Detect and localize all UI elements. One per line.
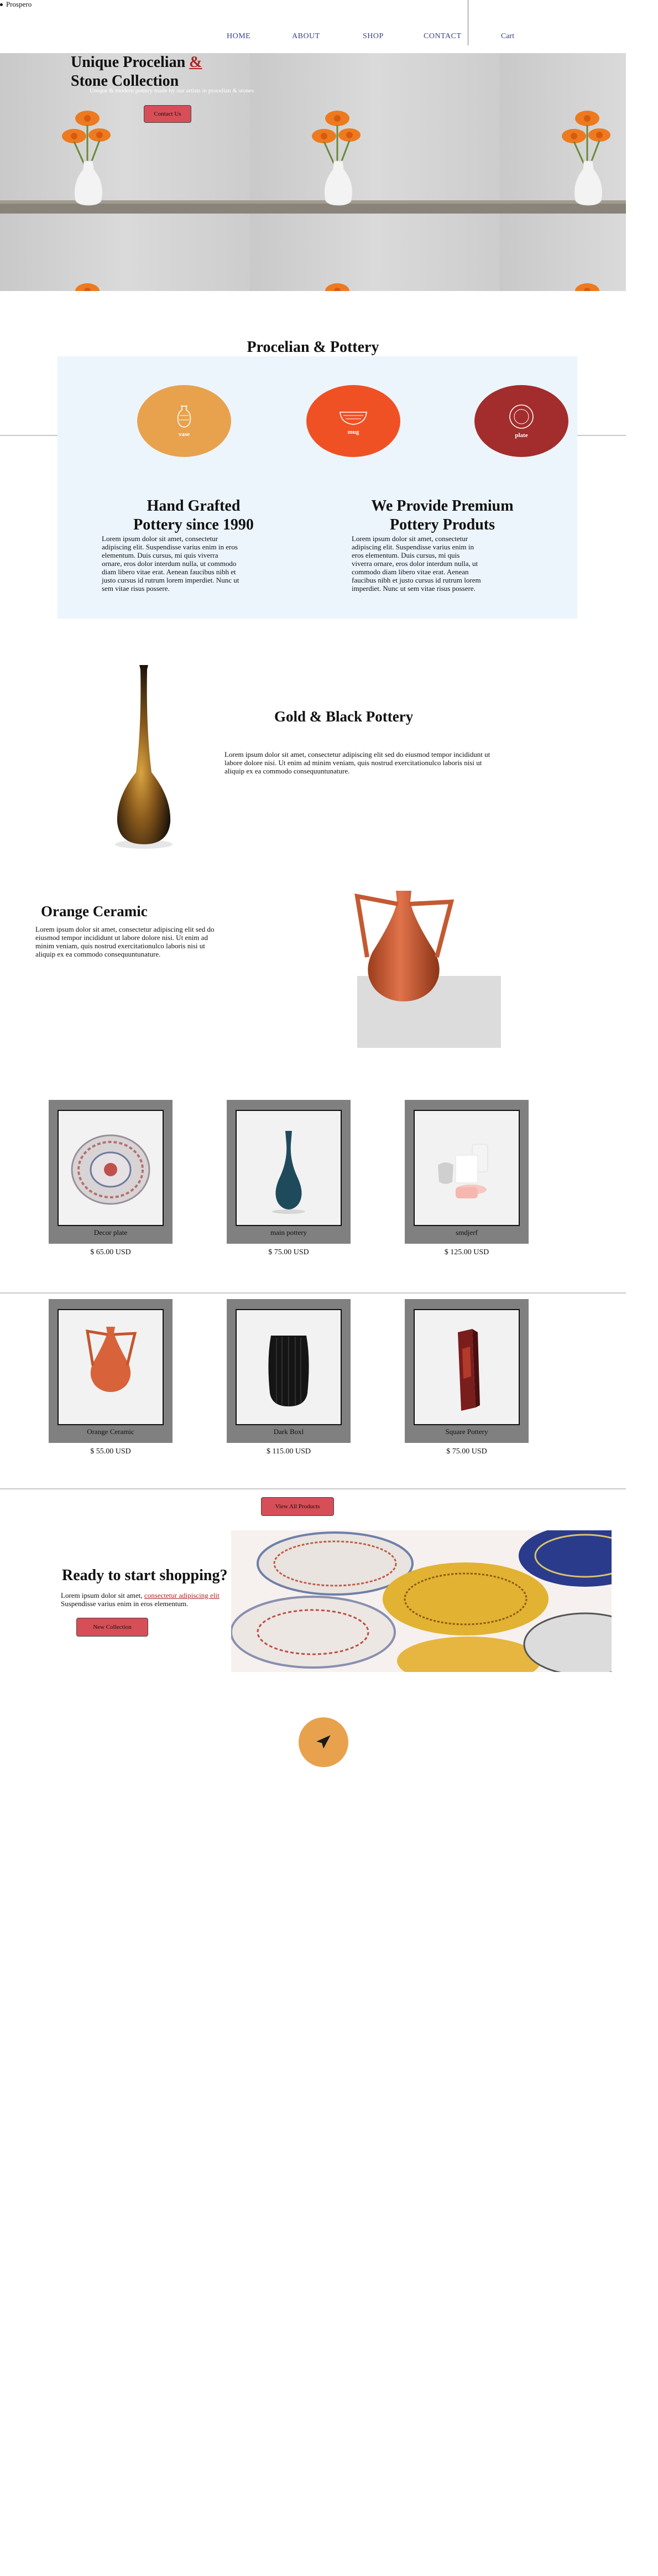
product-price: $ 55.00 USD xyxy=(90,1447,131,1456)
product-price: $ 125.00 USD xyxy=(444,1248,489,1256)
product-card[interactable]: Dark Boxl xyxy=(227,1299,351,1443)
product-name: Decor plate xyxy=(93,1228,128,1237)
decor-plate-image xyxy=(71,1134,150,1205)
nav-contact[interactable]: CONTACT xyxy=(424,32,462,41)
nav-shop[interactable]: SHOP xyxy=(363,32,384,41)
product-card[interactable]: Decor plate xyxy=(49,1100,173,1244)
hero-subtitle: Unique & modern pottery made by our arti… xyxy=(90,87,254,94)
feature-title-line1: Hand Grafted xyxy=(147,497,241,515)
category-vase-label: vase xyxy=(178,431,190,438)
product-name: Square Pottery xyxy=(445,1427,488,1436)
feature-body-premium: Lorem ipsum dolor sit amet, consectetur … xyxy=(352,534,481,593)
orange-vase-image xyxy=(354,891,455,1001)
hero-tile xyxy=(250,214,500,291)
flower-vase-image xyxy=(562,111,610,206)
product-price: $ 65.00 USD xyxy=(90,1248,131,1256)
dark-bowl-image xyxy=(268,1336,309,1406)
product-price: $ 75.00 USD xyxy=(446,1447,487,1456)
smdjerf-image xyxy=(438,1144,488,1198)
orange-ceramic-body: Lorem ipsum dolor sit amet, consectetur … xyxy=(35,925,215,958)
paper-plane-icon xyxy=(316,1735,331,1749)
feature-title-line1: We Provide Premium xyxy=(371,497,514,515)
ready-body-link[interactable]: consectetur adipiscing elit xyxy=(144,1591,220,1599)
ready-body-text: Lorem ipsum dolor sit amet, xyxy=(61,1591,143,1599)
flower-image xyxy=(325,283,349,291)
orange-ceramic-image xyxy=(85,1327,137,1392)
product-name: Dark Boxl xyxy=(273,1427,304,1436)
category-plate-label: plate xyxy=(515,432,528,439)
product-card[interactable]: Orange Ceramic xyxy=(49,1299,173,1443)
feature-title-premium: We Provide Premium Pottery Produts xyxy=(354,497,531,534)
flower-image xyxy=(575,283,599,291)
ready-title: Ready to start shopping? xyxy=(62,1567,228,1584)
vase-icon xyxy=(177,406,191,428)
product-card[interactable]: Square Pottery xyxy=(405,1299,529,1443)
gold-black-title: Gold & Black Pottery xyxy=(274,708,414,725)
brand-logo[interactable]: Prospero xyxy=(0,0,32,9)
feature-body-handcrafted: Lorem ipsum dolor sit amet, consectetur … xyxy=(102,534,239,593)
hero-tile xyxy=(0,214,250,291)
product-image-frame xyxy=(414,1110,520,1226)
hero-tile xyxy=(500,214,626,291)
section-divider xyxy=(0,1488,626,1489)
hero-title-amp: & xyxy=(189,54,202,71)
section-divider xyxy=(0,1292,626,1294)
view-all-products-button[interactable]: View All Products xyxy=(261,1497,334,1516)
product-name: main pottery xyxy=(270,1228,307,1237)
categories-title: Procelian & Pottery xyxy=(247,339,379,356)
product-image-frame xyxy=(236,1309,342,1425)
contact-us-button[interactable]: Contact Us xyxy=(144,105,191,123)
product-price: $ 75.00 USD xyxy=(268,1248,309,1256)
flower-vase-image xyxy=(62,111,111,206)
orange-ceramic-title: Orange Ceramic xyxy=(41,903,148,920)
product-image-frame xyxy=(58,1309,164,1425)
ready-body: Lorem ipsum dolor sit amet, consectetur … xyxy=(61,1591,243,1608)
cart-link[interactable]: Cart xyxy=(501,32,514,41)
gold-black-body: Lorem ipsum dolor sit amet, consectetur … xyxy=(224,750,490,775)
product-name: smdjerf xyxy=(456,1228,478,1237)
product-image-frame xyxy=(236,1110,342,1226)
category-mug-label: mug xyxy=(347,429,359,435)
brand-name: Prospero xyxy=(6,0,32,8)
hero-title-line1: Unique Procelian xyxy=(71,54,186,71)
hero-title: Unique Procelian & Stone Collection xyxy=(71,53,202,91)
product-name: Orange Ceramic xyxy=(87,1427,134,1436)
flower-image xyxy=(75,283,100,291)
bowl-icon xyxy=(340,412,367,425)
new-collection-button[interactable]: New Collection xyxy=(76,1618,148,1637)
product-price: $ 115.00 USD xyxy=(267,1447,311,1456)
ready-body-text-end: Suspendisse varius enim in eros elementu… xyxy=(61,1599,189,1608)
nav-home[interactable]: HOME xyxy=(227,32,250,41)
flower-vase-image xyxy=(312,111,361,206)
send-button[interactable] xyxy=(299,1717,348,1767)
hero-tile xyxy=(500,53,626,214)
square-pottery-image xyxy=(458,1329,480,1411)
product-image-frame xyxy=(414,1309,520,1425)
product-image-frame xyxy=(58,1110,164,1226)
category-mug[interactable]: mug xyxy=(306,385,400,457)
product-card[interactable]: main pottery xyxy=(227,1100,351,1244)
plate-icon xyxy=(509,404,534,429)
feature-title-line2: Pottery Produts xyxy=(390,516,495,533)
category-vase[interactable]: vase xyxy=(137,385,231,457)
nav-about[interactable]: ABOUT xyxy=(292,32,320,41)
main-pottery-image xyxy=(272,1131,305,1214)
hero-tile xyxy=(250,53,500,214)
decorative-plates-image xyxy=(231,1530,612,1672)
bullet-icon xyxy=(0,3,3,6)
category-plate[interactable]: plate xyxy=(474,385,568,457)
product-card[interactable]: smdjerf xyxy=(405,1100,529,1244)
gold-vase-image xyxy=(115,665,173,849)
plates-image xyxy=(231,1530,612,1672)
feature-title-handcrafted: Hand Grafted Pottery since 1990 xyxy=(111,497,276,534)
feature-title-line2: Pottery since 1990 xyxy=(133,516,254,533)
